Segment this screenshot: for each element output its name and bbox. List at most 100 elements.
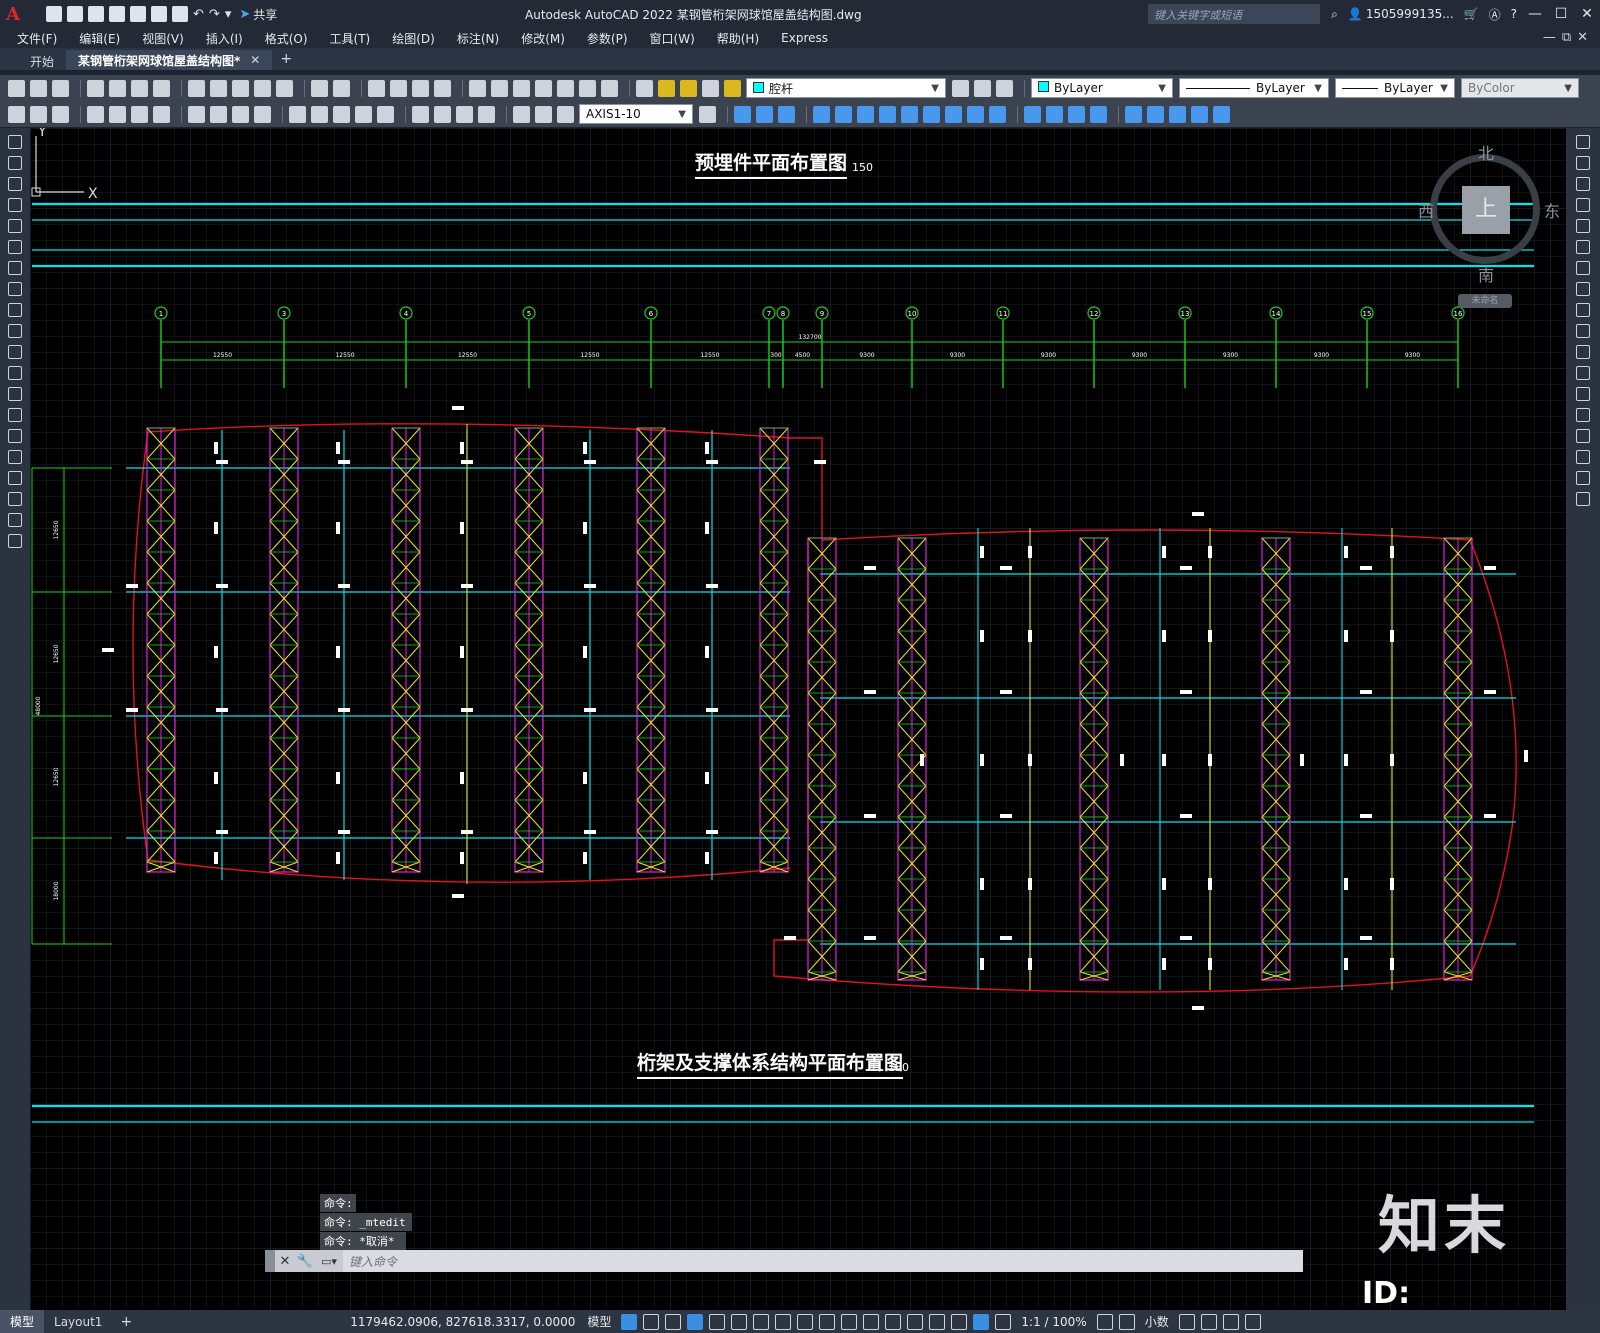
command-input[interactable]: 键入命令 [343, 1250, 1303, 1272]
sheet-set-icon[interactable] [535, 79, 552, 97]
rotate-icon[interactable] [1576, 261, 1590, 275]
make-block-icon[interactable] [8, 387, 22, 401]
union-icon[interactable] [756, 105, 773, 123]
polar-icon[interactable] [731, 1313, 748, 1330]
dimstyle-dropdown[interactable]: AXIS1-10 ▼ [579, 104, 693, 124]
arc-length-icon[interactable] [131, 105, 148, 123]
cart-icon[interactable]: 🛒 [1464, 7, 1479, 21]
region-icon[interactable] [8, 471, 22, 485]
ucs-icon[interactable] [1125, 105, 1142, 123]
grid-icon[interactable] [621, 1313, 638, 1330]
quick-dim-icon[interactable] [289, 105, 306, 123]
trim-icon[interactable] [1576, 324, 1590, 338]
materials-icon[interactable] [1068, 105, 1085, 123]
layer-properties-icon[interactable] [636, 79, 653, 97]
lineweight-dropdown[interactable]: ByLayer ▼ [1335, 78, 1455, 98]
dim-space-icon[interactable] [355, 105, 372, 123]
viewcube-top-face[interactable]: 上 [1462, 186, 1510, 234]
dim-break-icon[interactable] [377, 105, 394, 123]
point-icon[interactable] [8, 408, 22, 422]
thicken-icon[interactable] [989, 105, 1006, 123]
copy-icon[interactable] [210, 79, 227, 97]
tab-start[interactable]: 开始 [18, 50, 66, 70]
3d-osnap-icon[interactable] [885, 1313, 902, 1330]
gizmo-icon[interactable] [951, 1313, 968, 1330]
dynamic-ucs-icon[interactable] [907, 1313, 924, 1330]
extrude-icon[interactable] [813, 105, 830, 123]
paste-icon[interactable] [232, 79, 249, 97]
auto-scale-icon[interactable] [995, 1313, 1012, 1330]
angular-dim-icon[interactable] [254, 105, 271, 123]
polygon-icon[interactable] [8, 198, 22, 212]
viewcube-east[interactable]: 东 [1544, 198, 1560, 222]
offset-icon[interactable] [1576, 198, 1590, 212]
autocad-logo-icon[interactable]: A [0, 0, 26, 28]
menu-tools[interactable]: 工具(T) [330, 30, 371, 47]
tolerance-icon[interactable] [412, 105, 429, 123]
command-line-grip[interactable] [265, 1250, 275, 1272]
stretch-icon[interactable] [1576, 303, 1590, 317]
web-save-icon[interactable] [130, 6, 146, 22]
plotstyle-dropdown[interactable]: ByColor ▼ [1461, 78, 1579, 98]
match-properties-icon[interactable] [254, 79, 271, 97]
save-icon[interactable] [52, 79, 69, 97]
ucs-object-icon[interactable] [1213, 105, 1230, 123]
layer-dropdown[interactable]: 腔杆 ▼ [746, 78, 946, 98]
insert-block-icon[interactable] [8, 366, 22, 380]
workspace-icon[interactable] [1096, 1313, 1113, 1330]
dim-update-icon[interactable] [557, 105, 574, 123]
search-input[interactable]: 键入关键字或短语 [1148, 4, 1321, 24]
isodraft-icon[interactable] [753, 1313, 770, 1330]
selection-cycling-icon[interactable] [863, 1313, 880, 1330]
model-space-toggle[interactable]: 模型 [587, 1313, 611, 1330]
quick-properties-icon[interactable] [1178, 1313, 1195, 1330]
table-icon[interactable] [8, 492, 22, 506]
annotation-visibility-icon[interactable] [973, 1313, 990, 1330]
mirror-icon[interactable] [1576, 177, 1590, 191]
command-prompt-icon[interactable]: ▭▾ [315, 1255, 343, 1268]
color-dropdown[interactable]: ByLayer ▼ [1031, 78, 1173, 98]
cut-icon[interactable] [188, 79, 205, 97]
customize-dropdown-icon[interactable]: ▾ [225, 7, 232, 22]
stack-icon[interactable] [52, 105, 69, 123]
properties-icon[interactable] [469, 79, 486, 97]
redo-icon[interactable]: ↷ [209, 7, 220, 22]
design-center-icon[interactable] [491, 79, 508, 97]
qselect-icon[interactable] [8, 105, 25, 123]
wcs-menu-button[interactable]: 未命名 [1458, 294, 1512, 308]
sweep-icon[interactable] [857, 105, 874, 123]
construction-line-icon[interactable] [8, 156, 22, 170]
tab-layout1[interactable]: Layout1 [44, 1315, 112, 1329]
fillet-icon[interactable] [1576, 450, 1590, 464]
dynamic-input-icon[interactable] [687, 1313, 704, 1330]
spline-icon[interactable] [8, 303, 22, 317]
ucs-face-icon[interactable] [1191, 105, 1208, 123]
layer-state-icon[interactable] [996, 79, 1013, 97]
annotation-scale[interactable]: 1:1 / 100% [1021, 1315, 1086, 1329]
join-icon[interactable] [1576, 408, 1590, 422]
quickdim-icon[interactable] [30, 105, 47, 123]
render-icon[interactable] [1046, 105, 1063, 123]
menu-window[interactable]: 窗口(W) [650, 30, 695, 47]
layer-previous-icon[interactable] [974, 79, 991, 97]
erase-icon[interactable] [1576, 135, 1590, 149]
ordinate-dim-icon[interactable] [153, 105, 170, 123]
make-current-icon[interactable] [952, 79, 969, 97]
dim-style-icon[interactable] [699, 105, 716, 123]
lineweight-icon[interactable] [819, 1313, 836, 1330]
tab-close-icon[interactable]: ✕ [250, 53, 260, 67]
tool-palettes-icon[interactable] [513, 79, 530, 97]
plot-preview-icon[interactable] [109, 79, 126, 97]
close-button[interactable]: ✕ [1574, 6, 1600, 22]
add-layout-button[interactable]: + [112, 1314, 140, 1330]
open-icon[interactable] [30, 79, 47, 97]
copy-icon[interactable] [1576, 156, 1590, 170]
share-button[interactable]: ➤ 共享 [239, 6, 277, 23]
isolate-objects-icon[interactable] [1200, 1313, 1217, 1330]
subtract-icon[interactable] [778, 105, 795, 123]
menu-format[interactable]: 格式(O) [265, 30, 308, 47]
box-icon[interactable] [734, 105, 751, 123]
maximize-button[interactable]: ☐ [1548, 6, 1574, 22]
zoom-realtime-icon[interactable] [390, 79, 407, 97]
interfere-icon[interactable] [945, 105, 962, 123]
